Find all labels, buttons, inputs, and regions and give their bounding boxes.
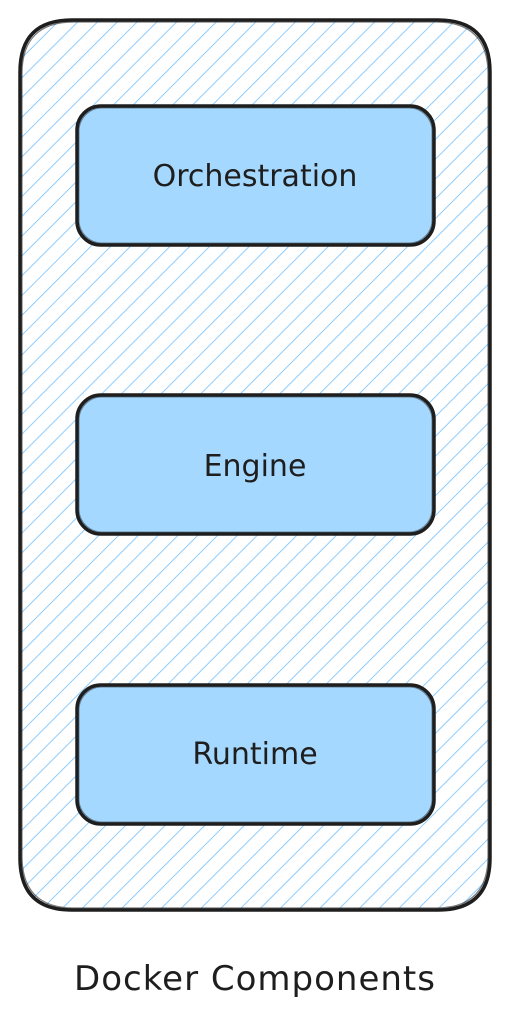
component-box-orchestration: Orchestration [75,104,436,247]
component-label-orchestration: Orchestration [153,159,358,194]
component-box-engine: Engine [75,393,436,536]
docker-components-diagram: Orchestration Engine Runtime Docker Comp… [18,18,492,999]
component-box-runtime: Runtime [75,683,436,826]
diagram-caption: Docker Components [74,959,436,999]
component-label-engine: Engine [204,449,307,484]
component-label-runtime: Runtime [192,737,317,772]
